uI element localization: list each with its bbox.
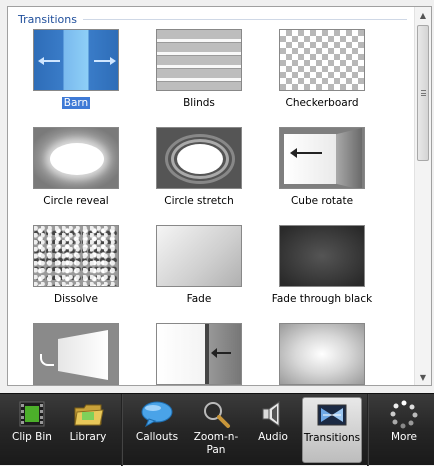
transition-barn[interactable]: Barn — [21, 29, 131, 110]
toolbar-divider — [121, 394, 123, 466]
barn-thumbnail[interactable] — [33, 29, 119, 91]
zoom-n-pan-button[interactable]: Zoom-n- Pan — [186, 397, 246, 463]
clip-bin-button[interactable]: Clip Bin — [2, 397, 62, 463]
transition-blinds[interactable]: Blinds — [144, 29, 254, 110]
film-strip-icon — [19, 401, 45, 427]
toolbar-label: Transitions — [303, 432, 361, 444]
transition-label: Checkerboard — [285, 97, 359, 109]
panel-header: Transitions — [18, 11, 407, 27]
arrow-left-icon — [211, 348, 231, 358]
transition-circle-reveal[interactable]: Circle reveal — [21, 127, 131, 208]
transitions-icon — [317, 404, 347, 426]
bottom-toolbar: Clip Bin Library Callouts Zoom-n- Pan Au… — [0, 393, 434, 466]
more-dots-icon — [390, 400, 418, 429]
folder-icon — [74, 404, 104, 426]
dissolve-thumbnail[interactable] — [33, 225, 119, 287]
scroll-down-arrow-icon[interactable]: ▼ — [415, 369, 431, 385]
vertical-scrollbar[interactable]: ▲ ▼ — [414, 7, 431, 385]
transition-label-text: Barn — [60, 96, 92, 110]
grip-icon — [421, 90, 426, 96]
speaker-icon — [262, 401, 280, 427]
toolbar-label: Clip Bin — [12, 431, 52, 443]
transition-label: Fade — [186, 293, 212, 305]
toolbar-label: More — [390, 431, 418, 443]
slide-thumbnail[interactable] — [156, 323, 242, 385]
cube-rotate-thumbnail[interactable] — [279, 127, 365, 189]
transition-label: Cube rotate — [290, 195, 354, 207]
toolbar-label: Callouts — [135, 431, 179, 443]
page-turn-thumbnail[interactable] — [33, 323, 119, 385]
transition-label: Circle stretch — [164, 195, 234, 207]
fade-thumbnail[interactable] — [156, 225, 242, 287]
transition-page-turn[interactable] — [21, 323, 131, 404]
scroll-up-arrow-icon[interactable]: ▲ — [415, 7, 431, 23]
toolbar-label: Audio — [258, 431, 288, 443]
toolbar-label: Zoom-n- Pan — [193, 431, 239, 456]
panel-title: Transitions — [18, 12, 77, 26]
transition-checkerboard[interactable]: Checkerboard — [267, 29, 377, 110]
arrow-left-icon — [290, 148, 322, 158]
fade-through-black-thumbnail[interactable] — [279, 225, 365, 287]
transition-label: Barn — [21, 96, 131, 110]
more-button[interactable]: More — [374, 397, 434, 463]
toolbar-label: Library — [69, 431, 107, 443]
transitions-button[interactable]: Transitions — [302, 397, 362, 463]
transition-label: Blinds — [183, 97, 215, 109]
callouts-button[interactable]: Callouts — [127, 397, 187, 463]
glow-thumbnail[interactable] — [279, 323, 365, 385]
barn-arrows-icon — [38, 57, 116, 65]
circle-reveal-thumbnail[interactable] — [33, 127, 119, 189]
transition-dissolve[interactable]: Dissolve — [21, 225, 131, 306]
scrollbar-thumb[interactable] — [417, 25, 429, 161]
audio-button[interactable]: Audio — [243, 397, 303, 463]
toolbar-divider — [367, 394, 369, 466]
curl-arrow-icon — [40, 354, 54, 366]
header-divider — [82, 18, 407, 20]
transition-label: Fade through black — [271, 293, 373, 305]
speech-bubble-icon — [141, 401, 173, 428]
magnifier-icon — [204, 402, 230, 428]
circle-stretch-thumbnail[interactable] — [156, 127, 242, 189]
transition-glow[interactable] — [267, 323, 377, 404]
library-button[interactable]: Library — [58, 397, 118, 463]
blinds-thumbnail[interactable] — [156, 29, 242, 91]
transition-cube-rotate[interactable]: Cube rotate — [267, 127, 377, 208]
transitions-panel: Transitions Barn Blinds Checkerboard Cir… — [7, 6, 432, 386]
transition-label: Circle reveal — [43, 195, 109, 207]
transition-fade-through-black[interactable]: Fade through black — [267, 225, 377, 306]
transition-circle-stretch[interactable]: Circle stretch — [144, 127, 254, 208]
transition-fade[interactable]: Fade — [144, 225, 254, 306]
transition-slide[interactable] — [144, 323, 254, 404]
transition-label: Dissolve — [54, 293, 98, 305]
checkerboard-thumbnail[interactable] — [279, 29, 365, 91]
